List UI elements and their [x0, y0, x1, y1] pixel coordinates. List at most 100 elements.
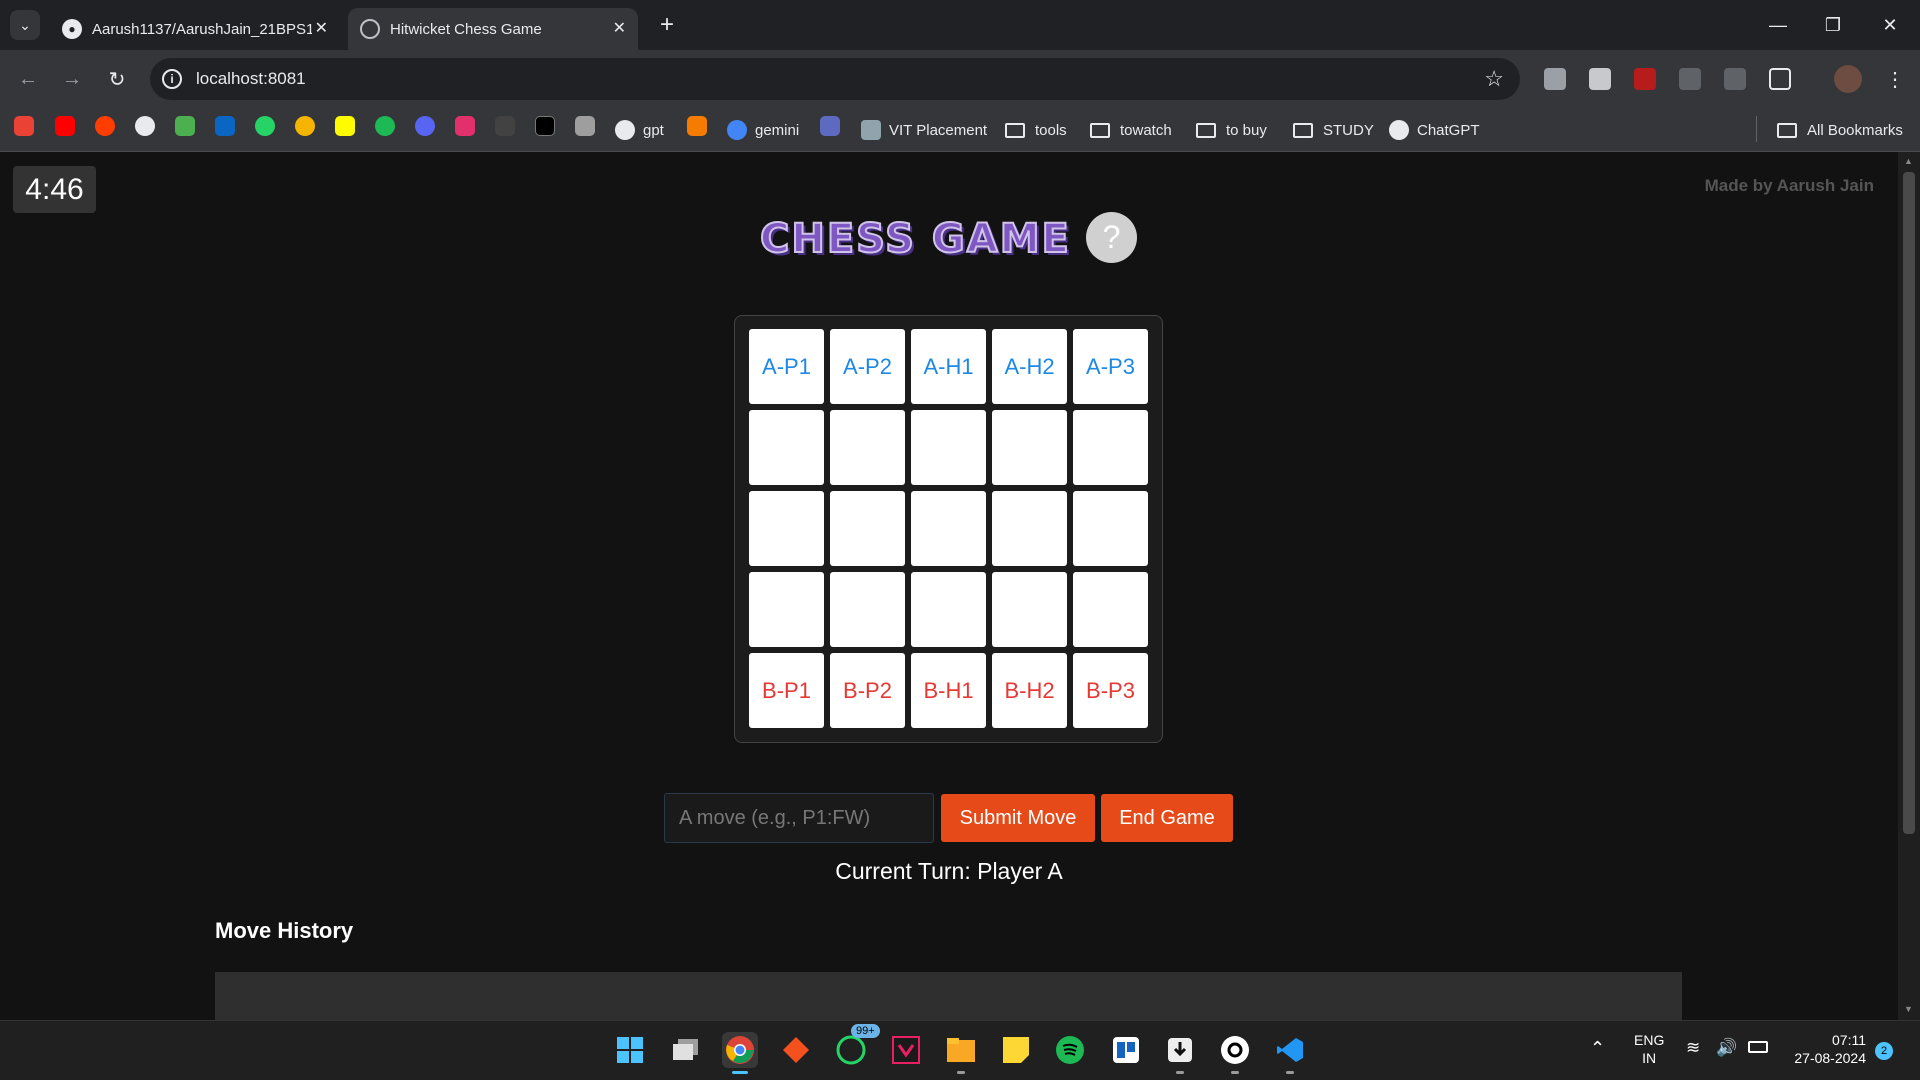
back-icon[interactable]: ←	[13, 64, 43, 94]
youtube-icon[interactable]	[55, 116, 75, 136]
all-bookmarks-button[interactable]: All Bookmarks	[1777, 118, 1903, 142]
vector-app-icon[interactable]	[888, 1032, 924, 1068]
board-cell[interactable]	[992, 491, 1067, 566]
end-game-button[interactable]: End Game	[1101, 794, 1233, 842]
board-cell[interactable]	[1073, 491, 1148, 566]
new-tab-plus-icon[interactable]: +	[652, 10, 682, 40]
avatar-bookmark-icon[interactable]	[295, 116, 315, 136]
hacker-icon[interactable]	[495, 116, 515, 136]
forward-icon[interactable]: →	[57, 64, 87, 94]
tool-bookmark-icon[interactable]	[820, 116, 840, 136]
todo-app-icon[interactable]	[1108, 1032, 1144, 1068]
extensions-puzzle-icon[interactable]	[1769, 68, 1791, 90]
downloader-app-icon[interactable]	[1162, 1032, 1198, 1074]
spotify-bookmark-icon[interactable]	[375, 116, 395, 136]
scrollbar-thumb[interactable]	[1903, 172, 1915, 834]
board-cell[interactable]	[992, 410, 1067, 485]
discord-icon[interactable]	[415, 116, 435, 136]
board-cell[interactable]: B-P2	[830, 653, 905, 728]
scroll-up-icon[interactable]: ▲	[1904, 156, 1914, 166]
touch-extension-icon[interactable]	[1589, 68, 1611, 90]
board-cell[interactable]: A-P1	[749, 329, 824, 404]
chrome-taskbar-icon[interactable]	[722, 1032, 758, 1074]
tab-chess-game[interactable]: Hitwicket Chess Game ✕	[348, 8, 638, 50]
bookmark-folder-study[interactable]: STUDY	[1293, 118, 1374, 142]
whatsapp-taskbar-icon[interactable]: 99+	[833, 1024, 880, 1068]
board-cell[interactable]: B-H2	[992, 653, 1067, 728]
start-windows-icon[interactable]	[612, 1032, 648, 1068]
tab-search-chevron-icon[interactable]: ⌄	[10, 10, 40, 40]
file-explorer-icon[interactable]	[943, 1032, 979, 1074]
github-bookmark-icon[interactable]	[135, 116, 155, 136]
board-cell[interactable]	[830, 491, 905, 566]
board-cell[interactable]: A-P3	[1073, 329, 1148, 404]
screenshot-extension-icon[interactable]	[1544, 68, 1566, 90]
clock[interactable]: 07:11 27-08-2024	[1790, 1031, 1866, 1067]
bookmark-vit-placement[interactable]: VIT Placement	[861, 118, 987, 142]
submit-move-button[interactable]: Submit Move	[941, 794, 1095, 842]
in-bookmark-icon[interactable]	[687, 116, 707, 136]
volume-icon[interactable]: 🔊	[1716, 1039, 1737, 1057]
tab-github[interactable]: ● Aarush1137/AarushJain_21BPS1 ✕	[50, 8, 340, 50]
notification-count[interactable]: 2	[1875, 1042, 1893, 1060]
s-app-icon[interactable]	[535, 116, 555, 136]
scroll-down-icon[interactable]: ▼	[1904, 1004, 1914, 1014]
instagram-icon[interactable]	[455, 116, 475, 136]
site-bookmark-icon[interactable]	[575, 116, 595, 136]
spotify-taskbar-icon[interactable]	[1052, 1032, 1088, 1068]
site-info-icon[interactable]: i	[162, 69, 182, 89]
board-cell[interactable]: B-P1	[749, 653, 824, 728]
bookmark-folder-towatch[interactable]: towatch	[1090, 118, 1172, 142]
page-scrollbar[interactable]: ▲ ▼	[1898, 152, 1920, 1020]
bookmark-folder-tools[interactable]: tools	[1005, 118, 1067, 142]
tray-overflow-chevron-icon[interactable]: ⌃	[1590, 1039, 1605, 1057]
close-tab-icon[interactable]: ✕	[613, 18, 626, 38]
board-cell[interactable]	[992, 572, 1067, 647]
kebab-menu-icon[interactable]: ⋮	[1880, 64, 1910, 94]
threads-app-icon[interactable]	[1217, 1032, 1253, 1074]
board-cell[interactable]	[1073, 410, 1148, 485]
gmail-icon[interactable]	[14, 116, 34, 136]
close-window-icon[interactable]: ✕	[1870, 10, 1910, 40]
board-cell[interactable]	[749, 491, 824, 566]
close-tab-icon[interactable]: ✕	[315, 18, 328, 38]
slack-icon[interactable]	[175, 116, 195, 136]
board-cell[interactable]: B-H1	[911, 653, 986, 728]
help-button[interactable]: ?	[1086, 212, 1137, 263]
bookmark-chatgpt[interactable]: ChatGPT	[1389, 118, 1480, 142]
bookmark-folder-to-buy[interactable]: to buy	[1196, 118, 1267, 142]
snapchat-icon[interactable]	[335, 116, 355, 136]
bookmark-gpt[interactable]: gpt	[615, 118, 664, 142]
bookmark-star-icon[interactable]: ☆	[1484, 66, 1504, 92]
sticky-notes-icon[interactable]	[998, 1032, 1034, 1068]
board-cell[interactable]: A-H1	[911, 329, 986, 404]
board-cell[interactable]	[749, 572, 824, 647]
ublock-icon[interactable]	[1634, 68, 1656, 90]
copy-extension-icon[interactable]	[1724, 68, 1746, 90]
youtube-music-icon[interactable]	[95, 116, 115, 136]
restore-icon[interactable]: ❐	[1813, 10, 1853, 40]
address-bar[interactable]: i localhost:8081 ☆	[150, 58, 1520, 100]
vscode-icon[interactable]	[1272, 1032, 1308, 1074]
board-cell[interactable]: B-P3	[1073, 653, 1148, 728]
board-cell[interactable]	[749, 410, 824, 485]
minimize-icon[interactable]: —	[1758, 10, 1798, 40]
tab-extension-icon[interactable]	[1679, 68, 1701, 90]
move-input[interactable]	[664, 793, 934, 843]
whatsapp-bookmark-icon[interactable]	[255, 116, 275, 136]
board-cell[interactable]	[911, 572, 986, 647]
board-cell[interactable]	[830, 410, 905, 485]
profile-avatar[interactable]	[1834, 65, 1862, 93]
task-view-icon[interactable]	[668, 1032, 704, 1068]
battery-icon[interactable]	[1748, 1041, 1768, 1053]
board-cell[interactable]	[830, 572, 905, 647]
wifi-icon[interactable]: ≋	[1686, 1039, 1700, 1057]
board-cell[interactable]	[911, 410, 986, 485]
linkedin-icon[interactable]	[215, 116, 235, 136]
board-cell[interactable]	[911, 491, 986, 566]
bookmark-gemini[interactable]: gemini	[727, 118, 799, 142]
git-app-icon[interactable]	[778, 1032, 814, 1068]
board-cell[interactable]: A-P2	[830, 329, 905, 404]
language-indicator[interactable]: ENG IN	[1634, 1031, 1664, 1067]
board-cell[interactable]	[1073, 572, 1148, 647]
